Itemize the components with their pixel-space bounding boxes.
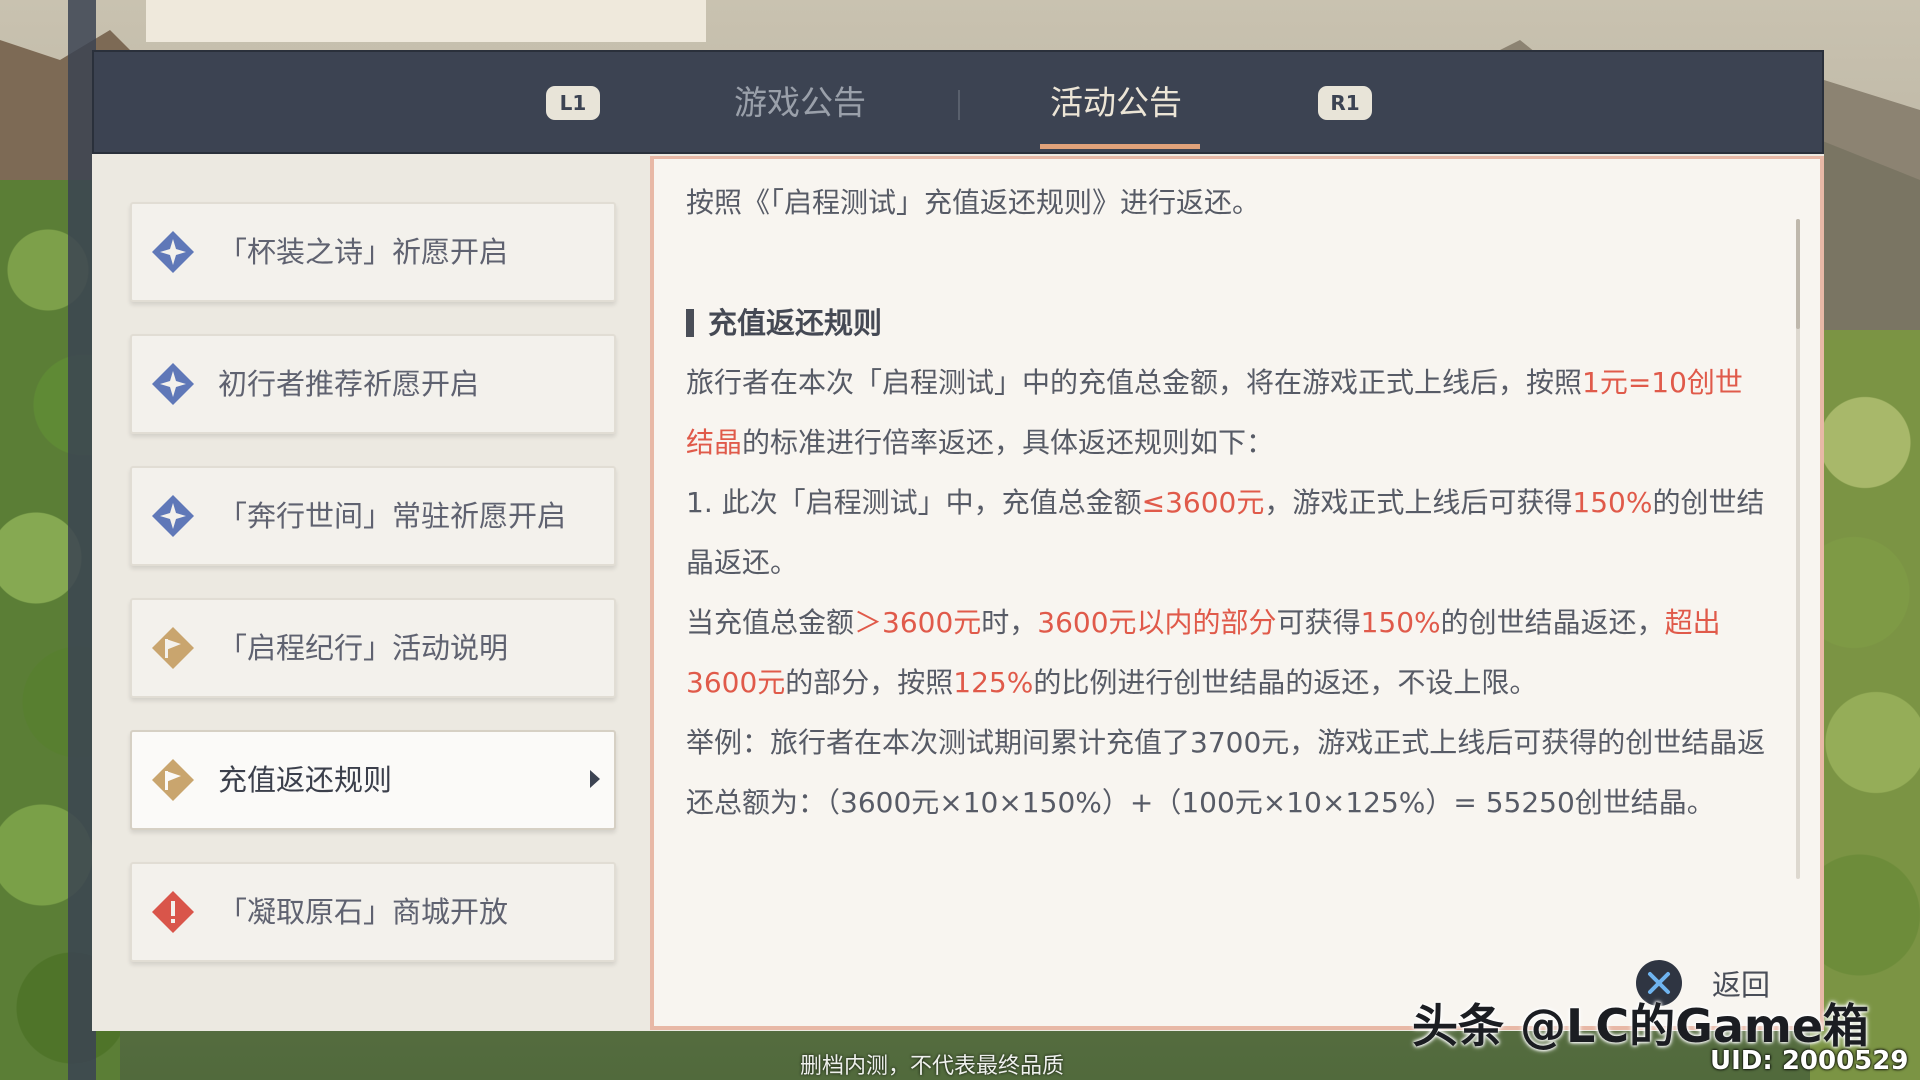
highlight-text: ＞3600元 bbox=[854, 606, 982, 639]
tab-game-announcements[interactable]: 游戏公告 bbox=[690, 74, 910, 132]
list-item-label: 「奔行世间」常驻祈愿开启 bbox=[218, 499, 567, 533]
r1-shoulder-button[interactable]: R1 bbox=[1318, 86, 1372, 120]
blue-diamond-star-icon bbox=[152, 363, 194, 405]
announcement-list: 「杯装之诗」祈愿开启 初行者推荐祈愿开启 「奔行世间」常驻祈愿开启 「启程纪行」… bbox=[92, 154, 646, 1031]
scrollbar-thumb[interactable] bbox=[1796, 219, 1800, 329]
highlight-text: 3600元以内的部分 bbox=[1037, 606, 1277, 639]
text: 1. 此次「启程测试」中，充值总金额 bbox=[686, 486, 1142, 519]
highlight-text: 150% bbox=[1360, 606, 1441, 639]
text: ，游戏正式上线后可获得 bbox=[1264, 486, 1573, 519]
highlight-text: ≤3600元 bbox=[1141, 486, 1265, 519]
intro-text: 按照《「启程测试」充值返还规则》进行返还。 bbox=[686, 186, 1261, 219]
rule-paragraph-1: 旅行者在本次「启程测试」中的充值总金额，将在游戏正式上线后，按照1元=10创世结… bbox=[686, 353, 1766, 473]
content-scrollbar[interactable] bbox=[1796, 219, 1800, 879]
announcement-content[interactable]: 按照《「启程测试」充值返还规则》进行返还。 充值返还规则 旅行者在本次「启程测试… bbox=[650, 156, 1824, 1030]
text: 的创世结晶返还， bbox=[1440, 606, 1665, 639]
highlight-text: 150% bbox=[1572, 486, 1653, 519]
section-title-text: 充值返还规则 bbox=[708, 306, 883, 340]
red-diamond-alert-icon bbox=[152, 891, 194, 933]
list-item-label: 「凝取原石」商城开放 bbox=[218, 895, 509, 929]
list-item-label: 「启程纪行」活动说明 bbox=[218, 631, 509, 665]
rule-paragraph-3: 当充值总金额＞3600元时，3600元以内的部分可获得150%的创世结晶返还，超… bbox=[686, 593, 1766, 713]
list-item-label: 充值返还规则 bbox=[218, 763, 393, 797]
top-paper-strip bbox=[146, 0, 706, 42]
announcement-text: 按照《「启程测试」充值返还规则》进行返还。 充值返还规则 旅行者在本次「启程测试… bbox=[686, 173, 1766, 833]
announcement-header: L1 游戏公告 活动公告 R1 bbox=[92, 50, 1824, 154]
text: 当充值总金额 bbox=[686, 606, 855, 639]
text: 的标准进行倍率返还，具体返还规则如下： bbox=[742, 426, 1275, 459]
section-heading: 充值返还规则 bbox=[686, 293, 1766, 353]
list-item-label: 「杯装之诗」祈愿开启 bbox=[218, 235, 509, 269]
section-bar bbox=[686, 309, 694, 337]
list-item-journey-event[interactable]: 「启程纪行」活动说明 bbox=[130, 598, 616, 698]
list-item-wish-cup-poem[interactable]: 「杯装之诗」祈愿开启 bbox=[130, 202, 616, 302]
example-paragraph: 举例：旅行者在本次测试期间累计充值了3700元，游戏正式上线后可获得的创世结晶返… bbox=[686, 726, 1766, 819]
selected-arrow-icon bbox=[590, 770, 600, 788]
blue-diamond-star-icon bbox=[152, 231, 194, 273]
text: 可获得 bbox=[1276, 606, 1361, 639]
player-uid: UID: 2000529 bbox=[1710, 1046, 1909, 1076]
active-tab-underline bbox=[1040, 144, 1200, 149]
beta-disclaimer: 删档内测，不代表最终品质 bbox=[800, 1054, 1065, 1079]
highlight-text: 125% bbox=[953, 666, 1034, 699]
list-item-primogem-shop[interactable]: 「凝取原石」商城开放 bbox=[130, 862, 616, 962]
text: 的部分，按照 bbox=[785, 666, 954, 699]
list-item-label: 初行者推荐祈愿开启 bbox=[218, 367, 480, 401]
foliage-right bbox=[1810, 330, 1920, 1080]
text: 的比例进行创世结晶的返还，不设上限。 bbox=[1033, 666, 1538, 699]
gold-diamond-flag-icon bbox=[152, 759, 194, 801]
tab-event-announcements[interactable]: 活动公告 bbox=[1006, 74, 1226, 132]
gold-diamond-flag-icon bbox=[152, 627, 194, 669]
blue-diamond-star-icon bbox=[152, 495, 194, 537]
tab-divider bbox=[958, 90, 960, 120]
rule-paragraph-2: 1. 此次「启程测试」中，充值总金额≤3600元，游戏正式上线后可获得150%的… bbox=[686, 473, 1766, 593]
text: 时， bbox=[981, 606, 1038, 639]
list-item-standard-wish[interactable]: 「奔行世间」常驻祈愿开启 bbox=[130, 466, 616, 566]
list-item-recharge-rules[interactable]: 充值返还规则 bbox=[130, 730, 616, 830]
list-item-beginner-wish[interactable]: 初行者推荐祈愿开启 bbox=[130, 334, 616, 434]
text: 旅行者在本次「启程测试」中的充值总金额，将在游戏正式上线后，按照 bbox=[686, 366, 1583, 399]
l1-shoulder-button[interactable]: L1 bbox=[546, 86, 600, 120]
